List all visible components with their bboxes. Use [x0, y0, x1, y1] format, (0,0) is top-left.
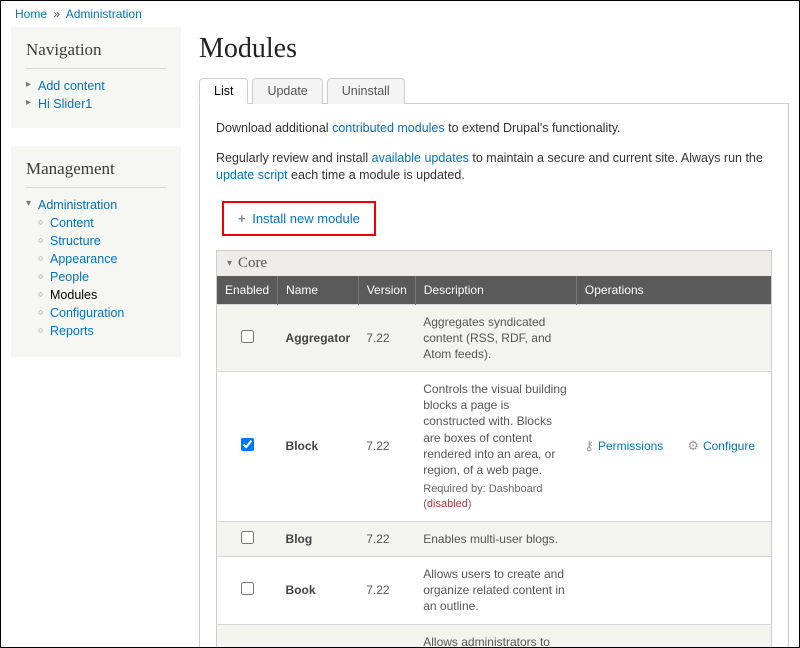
link-update-script[interactable]: update script — [216, 168, 288, 182]
module-ops: ⚙ Configure — [679, 372, 771, 522]
mgmt-item-structure[interactable]: Structure — [50, 234, 101, 248]
plus-icon: + — [238, 211, 246, 226]
key-icon: ⚷ — [584, 438, 594, 454]
required-by: Required by: Dashboard (disabled) — [423, 482, 568, 512]
panel: Download additional contributed modules … — [199, 104, 789, 648]
gear-icon: ⚙ — [687, 438, 699, 454]
module-ops — [576, 304, 679, 372]
help-text: Download additional contributed modules … — [216, 120, 772, 185]
breadcrumb: Home » Administration — [1, 1, 799, 27]
col-version: Version — [358, 276, 415, 305]
module-version: 7.22 — [358, 521, 415, 556]
link-contributed-modules[interactable]: contributed modules — [332, 121, 445, 135]
management-block: Management Administration Content Structu… — [11, 146, 181, 357]
nav-hi-slider[interactable]: Hi Slider1 — [38, 97, 92, 111]
page-title: Modules — [199, 33, 789, 65]
module-ops — [576, 521, 679, 556]
tab-uninstall[interactable]: Uninstall — [327, 78, 405, 104]
tab-list[interactable]: List — [199, 78, 248, 104]
breadcrumb-admin[interactable]: Administration — [66, 7, 142, 21]
navigation-menu: Add content Hi Slider1 — [26, 77, 166, 113]
module-version: 7.22 — [358, 557, 415, 625]
enable-checkbox-block[interactable] — [241, 438, 254, 451]
nav-add-content[interactable]: Add content — [38, 79, 105, 93]
module-name: Book — [278, 557, 359, 625]
table-row: Block7.22Controls the visual building bl… — [217, 372, 771, 522]
fieldset-core-legend[interactable]: ▾ Core — [217, 251, 771, 276]
col-description: Description — [415, 276, 576, 305]
module-version: 7.22 — [358, 372, 415, 522]
mgmt-item-modules: Modules — [38, 286, 166, 304]
tabs: ListUpdateUninstall — [199, 77, 789, 104]
help-p1-pre: Download additional — [216, 121, 332, 135]
table-row: Color7.22Allows administrators to change… — [217, 624, 771, 648]
help-p2-pre: Regularly review and install — [216, 151, 372, 165]
install-new-module-button[interactable]: + Install new module — [222, 201, 376, 236]
module-description: Aggregates syndicated content (RSS, RDF,… — [415, 304, 576, 372]
help-p2-mid: to maintain a secure and current site. A… — [469, 151, 763, 165]
configure-link[interactable]: ⚙ Configure — [687, 438, 755, 454]
mgmt-item-configuration[interactable]: Configuration — [50, 306, 124, 320]
module-ops — [679, 521, 771, 556]
mgmt-administration[interactable]: Administration — [38, 198, 117, 212]
table-row: Book7.22Allows users to create and organ… — [217, 557, 771, 625]
tab-update[interactable]: Update — [252, 78, 322, 104]
permissions-link[interactable]: ⚷ Permissions — [584, 438, 663, 454]
mgmt-item-people[interactable]: People — [50, 270, 89, 284]
module-name: Block — [278, 372, 359, 522]
col-enabled: Enabled — [217, 276, 278, 305]
link-available-updates[interactable]: available updates — [372, 151, 469, 165]
mgmt-item-content[interactable]: Content — [50, 216, 94, 230]
modules-table: Enabled Name Version Description Operati… — [217, 276, 771, 648]
col-name: Name — [278, 276, 359, 305]
module-ops — [576, 557, 679, 625]
main-content: Modules ListUpdateUninstall Download add… — [199, 27, 789, 648]
mgmt-item-appearance[interactable]: Appearance — [50, 252, 117, 266]
module-name: Aggregator — [278, 304, 359, 372]
module-ops: ⚷ Permissions — [576, 372, 679, 522]
enable-checkbox-book[interactable] — [241, 582, 254, 595]
breadcrumb-sep-icon: » — [53, 7, 60, 21]
module-ops — [679, 304, 771, 372]
management-menu: Administration Content Structure Appearanc… — [26, 196, 166, 342]
op-label: Configure — [703, 439, 755, 453]
enable-checkbox-blog[interactable] — [241, 531, 254, 544]
module-ops — [679, 624, 771, 648]
enable-checkbox-aggregator[interactable] — [241, 330, 254, 343]
module-version: 7.22 — [358, 624, 415, 648]
module-description: Allows users to create and organize rela… — [415, 557, 576, 625]
module-version: 7.22 — [358, 304, 415, 372]
navigation-title: Navigation — [26, 40, 166, 69]
sidebar: Navigation Add content Hi Slider1 Manage… — [11, 27, 181, 648]
module-ops — [576, 624, 679, 648]
module-name: Color — [278, 624, 359, 648]
col-operations: Operations — [576, 276, 771, 305]
module-description: Controls the visual building blocks a pa… — [415, 372, 576, 522]
module-name: Blog — [278, 521, 359, 556]
install-new-module-link[interactable]: Install new module — [252, 211, 360, 226]
breadcrumb-home[interactable]: Home — [15, 7, 47, 21]
module-description: Enables multi-user blogs. — [415, 521, 576, 556]
help-p1-post: to extend Drupal's functionality. — [445, 121, 621, 135]
caret-down-icon: ▾ — [227, 258, 232, 269]
management-title: Management — [26, 159, 166, 188]
fieldset-core-title: Core — [238, 255, 267, 272]
module-description: Allows administrators to change the colo… — [415, 624, 576, 648]
op-label: Permissions — [598, 439, 663, 453]
table-row: Blog7.22Enables multi-user blogs. — [217, 521, 771, 556]
module-ops — [679, 557, 771, 625]
mgmt-item-reports[interactable]: Reports — [50, 324, 94, 338]
fieldset-core: ▾ Core Enabled Name Version Description … — [216, 250, 772, 648]
table-row: Aggregator7.22Aggregates syndicated cont… — [217, 304, 771, 372]
help-p2-post: each time a module is updated. — [288, 168, 465, 182]
navigation-block: Navigation Add content Hi Slider1 — [11, 27, 181, 128]
